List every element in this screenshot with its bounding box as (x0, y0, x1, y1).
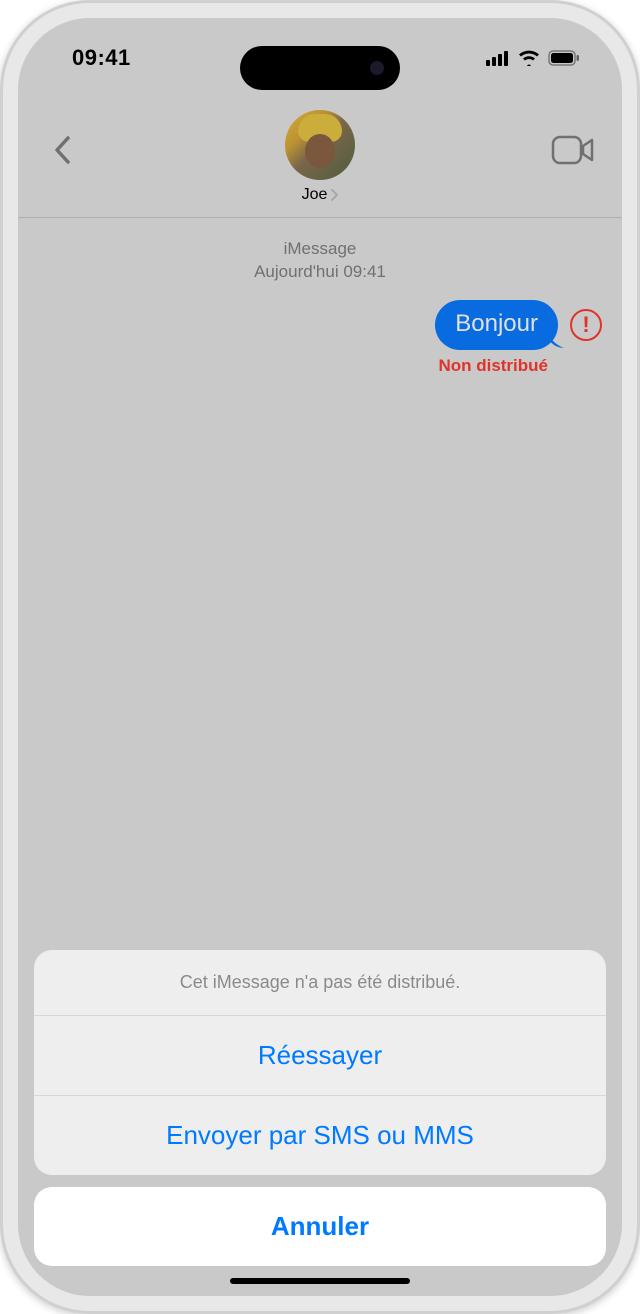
silent-switch (0, 200, 2, 242)
volume-down-button (0, 372, 2, 452)
wifi-icon (518, 50, 540, 66)
status-time: 09:41 (72, 45, 131, 71)
screen: 09:41 Joe (18, 18, 622, 1296)
send-as-sms-button[interactable]: Envoyer par SMS ou MMS (34, 1096, 606, 1175)
action-sheet: Cet iMessage n'a pas été distribué. Rées… (34, 950, 606, 1266)
iphone-frame: 09:41 Joe (0, 0, 640, 1314)
cancel-button[interactable]: Annuler (34, 1187, 606, 1266)
retry-button[interactable]: Réessayer (34, 1016, 606, 1096)
action-sheet-title: Cet iMessage n'a pas été distribué. (34, 950, 606, 1016)
cellular-icon (486, 50, 510, 66)
dynamic-island (240, 46, 400, 90)
action-sheet-group: Cet iMessage n'a pas été distribué. Rées… (34, 950, 606, 1175)
battery-icon (548, 50, 580, 66)
home-indicator[interactable] (230, 1278, 410, 1284)
status-icons (486, 50, 580, 66)
volume-up-button (0, 272, 2, 352)
